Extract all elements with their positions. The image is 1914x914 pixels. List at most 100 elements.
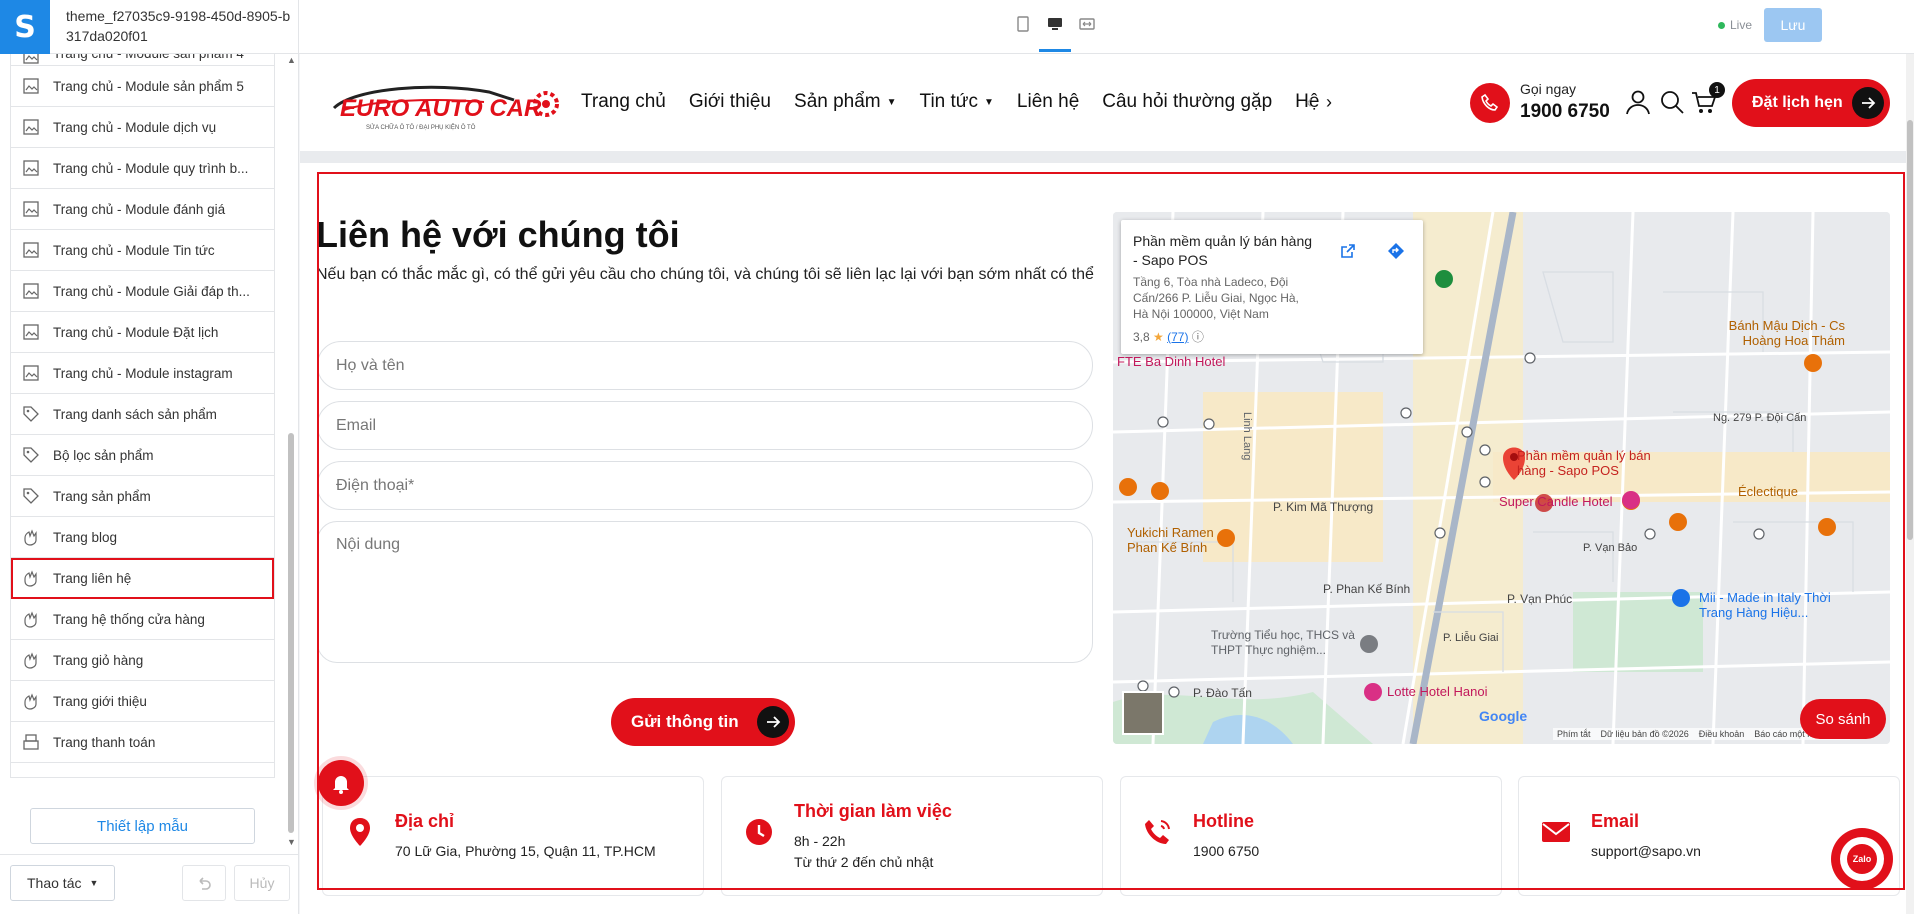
site-preview: EURO AUTO CAR SỬA CHỮA Ô TÔ / ĐẠI PHỤ KI… xyxy=(300,54,1914,914)
caret-down-icon: ▼ xyxy=(886,96,897,108)
sidebar-item[interactable]: Trang chủ - Module đánh giá xyxy=(11,189,274,230)
sapo-logo[interactable]: S xyxy=(0,0,50,54)
sidebar-item-label: Trang danh sách sản phẩm xyxy=(53,406,217,422)
sidebar-item-label: Trang chủ - Module quy trình b... xyxy=(53,160,249,176)
sidebar-item-label: Trang chủ - Module Đặt lịch xyxy=(53,324,219,340)
nav-item-label: Tin tức xyxy=(919,91,979,112)
scroll-up-icon[interactable]: ▲ xyxy=(287,55,296,65)
scroll-down-icon[interactable]: ▼ xyxy=(287,837,296,847)
sidebar-item[interactable]: Trang thanh toán xyxy=(11,722,274,763)
sidebar-item[interactable]: Trang chủ - Module dịch vụ xyxy=(11,107,274,148)
template-settings-button[interactable]: Thiết lập mẫu xyxy=(30,808,255,844)
search-icon[interactable] xyxy=(1658,88,1686,116)
nav-item[interactable]: Liên hệ xyxy=(1017,91,1079,113)
book-appointment-button[interactable]: Đặt lịch hẹn xyxy=(1732,79,1890,127)
desktop-view-icon[interactable] xyxy=(1046,12,1064,40)
hand-icon xyxy=(21,568,41,588)
sidebar-item[interactable]: Trang hệ thống cửa hàng xyxy=(11,599,274,640)
chevron-right-icon[interactable]: › xyxy=(1326,92,1332,113)
sidebar-item[interactable]: Trang sản phẩm xyxy=(11,476,274,517)
sidebar-item-label: Trang chủ - Module instagram xyxy=(53,365,233,381)
template-icon xyxy=(21,117,41,137)
top-bar: S theme_f27035c9-9198-450d-8905-b317da02… xyxy=(0,0,1914,54)
preview-scroll-thumb[interactable] xyxy=(1907,120,1913,540)
sidebar-item[interactable]: Trang chủ - Module Đặt lịch xyxy=(11,312,274,353)
sidebar-item[interactable]: Trang giỏ hàng xyxy=(11,640,274,681)
phone-call-icon[interactable] xyxy=(1470,83,1510,123)
hand-icon xyxy=(21,650,41,670)
preview-scrollbar[interactable] xyxy=(1906,54,1914,914)
sidebar-item[interactable]: Trang chủ - Module sản phẩm 5 xyxy=(11,66,274,107)
sidebar-item[interactable]: Trang danh sách sản phẩm xyxy=(11,394,274,435)
nav-item-label: Sản phẩm xyxy=(794,91,881,112)
sidebar-item-label: Trang chủ - Module sản phẩm 5 xyxy=(53,78,244,94)
site-header: EURO AUTO CAR SỬA CHỮA Ô TÔ / ĐẠI PHỤ KI… xyxy=(300,54,1910,151)
save-button[interactable]: Lưu xyxy=(1764,8,1822,42)
sidebar-item-label: Trang hệ thống cửa hàng xyxy=(53,611,205,627)
sidebar-item[interactable]: Trang chủ - Module Tin tức xyxy=(11,230,274,271)
call-number[interactable]: 1900 6750 xyxy=(1520,101,1610,123)
sidebar-scrollbar[interactable] xyxy=(288,433,294,833)
selected-section-frame xyxy=(317,172,1905,890)
nav-item[interactable]: Câu hỏi thường gặp xyxy=(1102,91,1272,113)
sidebar-item-label: Trang giới thiệu xyxy=(53,693,147,709)
chevron-left-icon[interactable]: ‹ xyxy=(1306,92,1312,113)
tag-icon xyxy=(21,486,41,506)
sidebar-item[interactable]: Bộ lọc sản phẩm xyxy=(11,435,274,476)
view-switcher xyxy=(1014,12,1096,40)
active-view-indicator xyxy=(1039,49,1071,52)
template-icon xyxy=(21,281,41,301)
sidebar-item[interactable]: Trang chủ - Module sản phẩm 4 xyxy=(11,54,274,66)
register-icon xyxy=(21,732,41,752)
nav-item[interactable]: Giới thiệu xyxy=(689,91,771,113)
cart-count-badge: 1 xyxy=(1709,82,1725,98)
sidebar-item-label: Trang chủ - Module Giải đáp th... xyxy=(53,283,250,299)
caret-down-icon: ▼ xyxy=(984,96,994,108)
main-nav: Trang chủ Giới thiệu Sản phẩm ▼ Tin tức ▼ Liên… xyxy=(581,91,1319,113)
user-icon[interactable] xyxy=(1624,88,1652,116)
brand-name: EURO AUTO CAR xyxy=(340,95,542,122)
template-icon xyxy=(21,158,41,178)
sidebar-item-label: Bộ lọc sản phẩm xyxy=(53,447,154,463)
sidebar-item[interactable]: Trang chủ - Module Giải đáp th... xyxy=(11,271,274,312)
nav-item[interactable]: Trang chủ xyxy=(581,91,666,113)
mobile-view-icon[interactable] xyxy=(1014,12,1032,40)
template-icon xyxy=(21,240,41,260)
nav-item[interactable]: Tin tức ▼ xyxy=(920,91,994,113)
undo-icon xyxy=(199,877,211,890)
sidebar-item-label: Trang liên hệ xyxy=(53,570,132,586)
sidebar-item[interactable]: Trang giới thiệu xyxy=(11,681,274,722)
hand-icon xyxy=(21,527,41,547)
nav-item-label: Liên hệ xyxy=(1016,91,1080,112)
template-icon xyxy=(21,54,41,66)
template-icon xyxy=(21,199,41,219)
actions-dropdown[interactable]: Thao tác ▼ xyxy=(10,865,115,901)
sidebar-item[interactable]: Trang chủ - Module quy trình b... xyxy=(11,148,274,189)
fullwidth-view-icon[interactable] xyxy=(1078,12,1096,40)
sidebar-footer: Thao tác ▼ Hủy xyxy=(0,854,299,914)
cancel-button[interactable]: Hủy xyxy=(234,865,290,901)
call-now-label: Gọi ngay xyxy=(1520,81,1577,97)
sidebar-item-label: Trang blog xyxy=(53,529,118,545)
euro-auto-car-logo[interactable]: EURO AUTO CAR SỬA CHỮA Ô TÔ / ĐẠI PHỤ KI… xyxy=(314,78,564,134)
sidebar-item[interactable]: Trang liên hệ xyxy=(11,558,274,599)
sidebar-item-label: Trang thanh toán xyxy=(53,734,156,750)
book-appointment-label: Đặt lịch hẹn xyxy=(1752,94,1843,111)
sidebar-item[interactable]: Trang blog xyxy=(11,517,274,558)
theme-name: theme_f27035c9-9198-450d-8905-b317da020f… xyxy=(66,8,291,44)
nav-item-label: Câu hỏi thường gặp xyxy=(1102,91,1273,112)
template-icon xyxy=(21,76,41,96)
sidebar-item-label: Trang chủ - Module sản phẩm 4 xyxy=(53,54,244,61)
nav-item[interactable]: Sản phẩm ▼ xyxy=(794,91,897,113)
template-icon xyxy=(21,363,41,383)
section-separator xyxy=(300,151,1910,163)
sidebar-item-label: Trang chủ - Module dịch vụ xyxy=(53,119,217,135)
undo-button[interactable] xyxy=(182,865,226,901)
caret-down-icon: ▼ xyxy=(89,878,99,888)
sidebar-item-label: Trang sản phẩm xyxy=(53,488,151,504)
sidebar-item[interactable]: Trang chủ - Module instagram xyxy=(11,353,274,394)
tag-icon xyxy=(21,445,41,465)
sidebar-item-label: Trang chủ - Module đánh giá xyxy=(53,201,226,217)
sidebar-item-label: Trang giỏ hàng xyxy=(53,652,144,668)
sidebar-item-label: Trang chủ - Module Tin tức xyxy=(53,242,215,258)
